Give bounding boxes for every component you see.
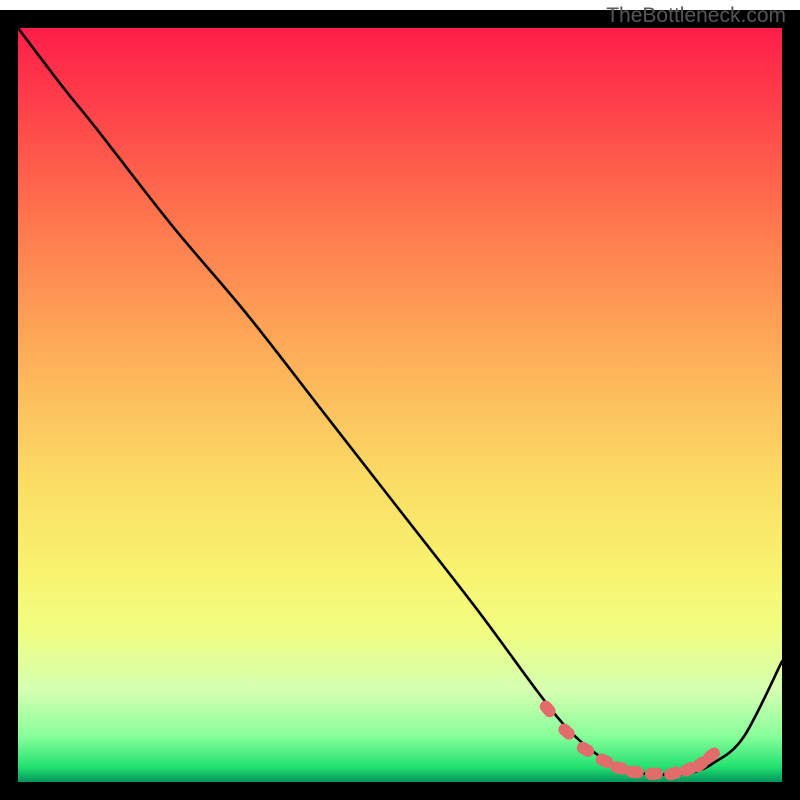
attribution-text: TheBottleneck.com <box>606 4 786 28</box>
plot-frame <box>0 0 800 800</box>
